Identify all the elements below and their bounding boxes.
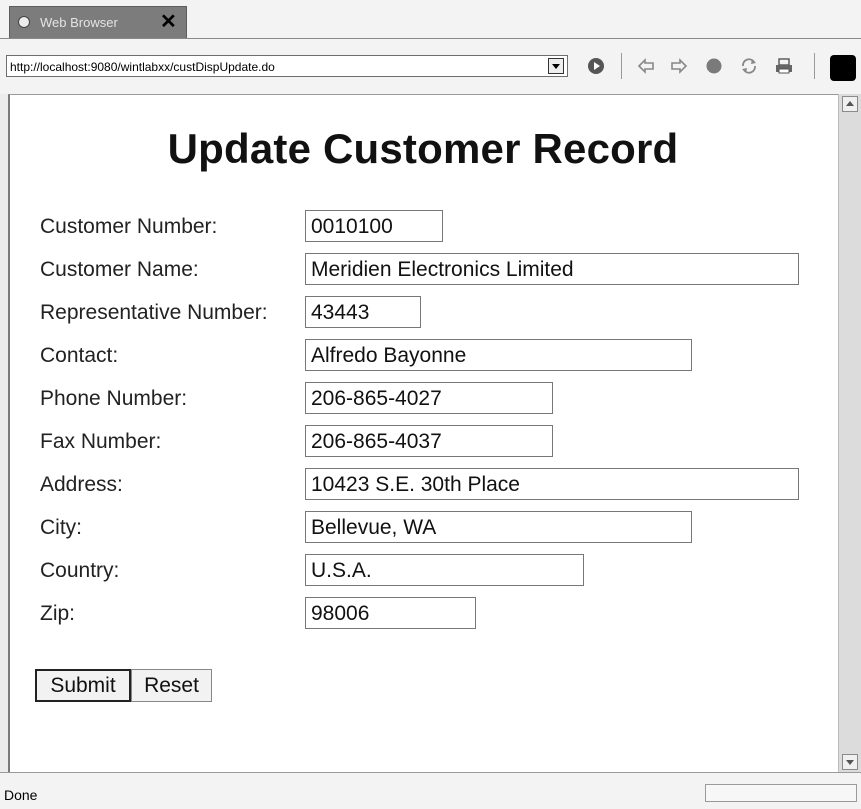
print-icon: [776, 58, 792, 74]
representative-number-input[interactable]: 43443: [305, 296, 421, 328]
country-input[interactable]: U.S.A.: [305, 554, 584, 586]
refresh-button[interactable]: [738, 55, 760, 77]
progress-bar: [705, 784, 857, 802]
phone-number-label: Phone Number:: [40, 387, 188, 410]
back-button[interactable]: [635, 55, 657, 77]
toolbar-separator: [621, 53, 622, 79]
chevron-down-icon: [552, 64, 560, 69]
representative-number-label: Representative Number:: [40, 301, 268, 324]
submit-button[interactable]: Submit: [35, 669, 131, 702]
fax-number-input[interactable]: 206-865-4037: [305, 425, 553, 457]
toolbar-black-button[interactable]: [830, 55, 856, 81]
fax-number-label: Fax Number:: [40, 430, 162, 453]
scroll-up-button[interactable]: [842, 96, 858, 112]
stop-button[interactable]: [703, 55, 725, 77]
tab-web-browser[interactable]: Web Browser ✕: [9, 6, 187, 38]
zip-input[interactable]: 98006: [305, 597, 476, 629]
url-input[interactable]: http://localhost:9080/wintlabxx/custDisp…: [6, 55, 568, 77]
address-label: Address:: [40, 473, 123, 496]
chevron-up-icon: [846, 101, 854, 106]
country-label: Country:: [40, 559, 120, 582]
stop-icon: [706, 58, 722, 74]
contact-label: Contact:: [40, 344, 119, 367]
address-input[interactable]: 10423 S.E. 30th Place: [305, 468, 799, 500]
page-title: Update Customer Record: [167, 125, 679, 172]
globe-icon: [18, 16, 30, 28]
phone-number-input[interactable]: 206-865-4027: [305, 382, 553, 414]
vertical-scrollbar[interactable]: [838, 94, 861, 772]
status-text: Done: [4, 787, 38, 803]
url-text: http://localhost:9080/wintlabxx/custDisp…: [10, 60, 275, 74]
city-input[interactable]: Bellevue, WA: [305, 511, 692, 543]
tab-title: Web Browser: [40, 15, 118, 30]
contact-input[interactable]: Alfredo Bayonne: [305, 339, 692, 371]
customer-name-input[interactable]: Meridien Electronics Limited: [305, 253, 799, 285]
customer-number-input[interactable]: 0010100: [305, 210, 443, 242]
close-icon[interactable]: ✕: [160, 10, 177, 34]
browser-viewport: Update Customer Record Customer Number: …: [8, 94, 838, 772]
status-bar: Done: [0, 772, 861, 809]
reset-button[interactable]: Reset: [131, 669, 212, 702]
customer-number-label: Customer Number:: [40, 215, 218, 238]
forward-icon: [671, 58, 688, 74]
forward-button[interactable]: [668, 55, 690, 77]
url-history-dropdown[interactable]: [548, 58, 564, 74]
chevron-down-icon: [846, 760, 854, 765]
refresh-icon: [742, 58, 756, 74]
go-icon: [588, 58, 604, 74]
tab-bar: Web Browser ✕: [0, 0, 861, 38]
toolbar-separator: [814, 53, 815, 79]
back-icon: [637, 58, 654, 74]
address-toolbar: http://localhost:9080/wintlabxx/custDisp…: [0, 38, 861, 94]
scroll-down-button[interactable]: [842, 754, 858, 770]
zip-label: Zip:: [40, 602, 76, 625]
city-label: City:: [40, 516, 82, 539]
customer-name-label: Customer Name:: [40, 258, 199, 281]
go-button[interactable]: [585, 55, 607, 77]
print-button[interactable]: [773, 55, 795, 77]
